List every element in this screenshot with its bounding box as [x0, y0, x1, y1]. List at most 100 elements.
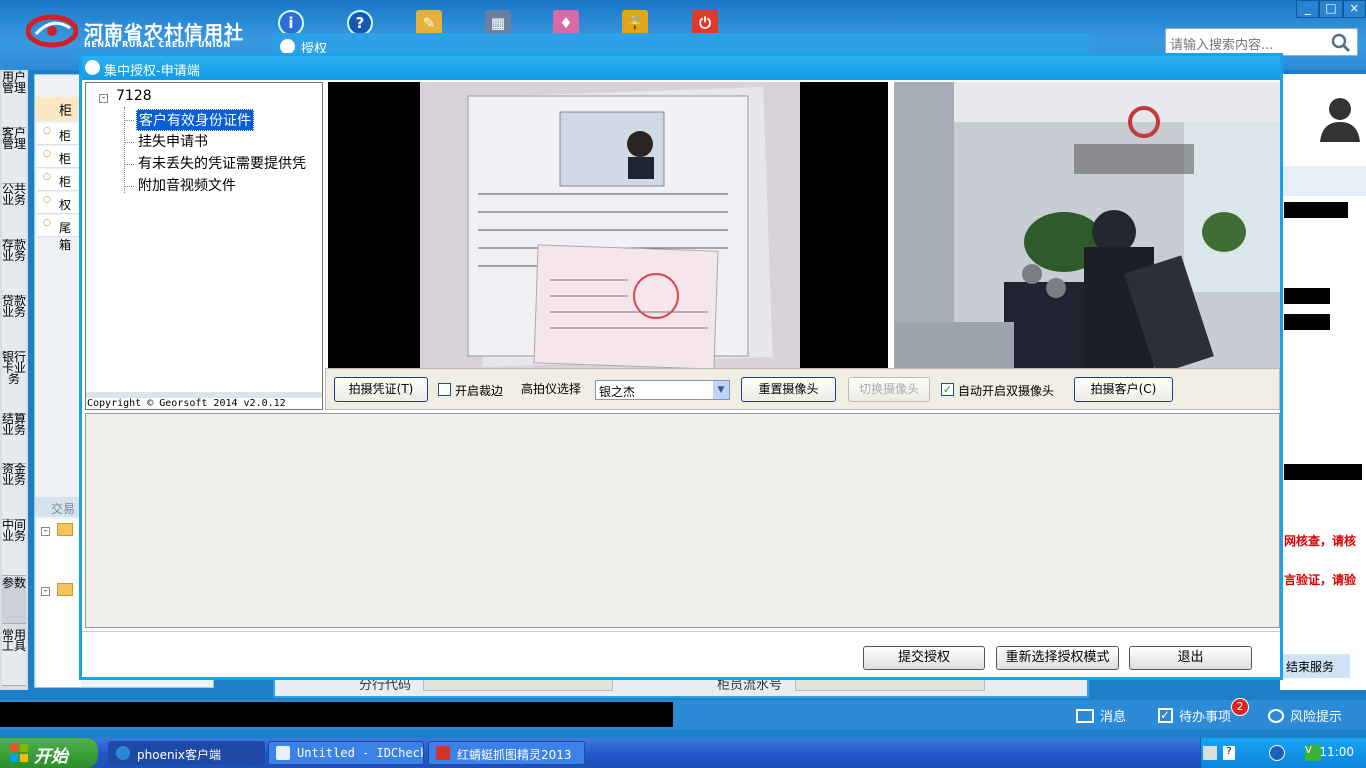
- collapse-icon[interactable]: -: [99, 94, 108, 103]
- arrow-icon[interactable]: [1269, 745, 1285, 761]
- help-icon[interactable]: ?: [1223, 746, 1235, 760]
- search-icon[interactable]: [1331, 33, 1351, 53]
- nav-user-mgmt[interactable]: 用户管理: [2, 71, 26, 128]
- nav-settlement[interactable]: 结算业务: [2, 413, 26, 464]
- document-scan-image: [420, 82, 800, 368]
- customer-photo-image: [894, 82, 1280, 368]
- exit-button[interactable]: 退出: [1129, 646, 1252, 670]
- nav-tools[interactable]: 常用工具: [2, 629, 26, 686]
- risk-alert-button[interactable]: 风险提示: [1268, 706, 1342, 725]
- expand-icon[interactable]: -: [41, 527, 50, 536]
- submit-auth-button[interactable]: 提交授权: [863, 646, 985, 670]
- tree-item-loss-report[interactable]: 挂失申请书: [136, 131, 210, 151]
- copyright-text: Copyright © Georsoft 2014 v2.0.12: [87, 398, 286, 409]
- folder-icon: [57, 583, 73, 596]
- bg-panel-strip: [1280, 166, 1366, 196]
- keyboard-icon[interactable]: [1203, 746, 1217, 760]
- nav-deposit[interactable]: 存款业务: [2, 239, 26, 296]
- task-phoenix[interactable]: phoenix客户端: [108, 741, 265, 765]
- task-label: Untitled - IDCheck: [297, 746, 424, 760]
- tree-connector: [124, 120, 134, 121]
- bg-customer-panel: 网核查，请核 言验证，请验 结束服务: [1280, 74, 1366, 690]
- nav-intermediary[interactable]: 中间业务: [2, 519, 26, 576]
- todo-button[interactable]: ✓ 待办事项: [1158, 706, 1231, 725]
- window-icon: [280, 39, 295, 54]
- system-tray: ? V 11:00: [1200, 738, 1366, 768]
- window-icon: [276, 746, 290, 760]
- document-camera-view: [328, 82, 888, 368]
- nav-bank-card[interactable]: 银行卡业务: [2, 351, 26, 414]
- task-label: 红蜻蜓抓图精灵2013: [457, 748, 572, 762]
- search-input[interactable]: 请输入搜索内容...: [1165, 28, 1358, 56]
- search-placeholder: 请输入搜索内容...: [1170, 38, 1274, 53]
- tree-root[interactable]: 7128: [116, 88, 152, 104]
- capture-customer-button[interactable]: 拍摄客户(C): [1074, 377, 1173, 402]
- divider: [82, 631, 1280, 632]
- nav-funds[interactable]: 资金业务: [2, 463, 26, 520]
- close-button[interactable]: ×: [1342, 0, 1366, 18]
- maximize-button[interactable]: □: [1319, 0, 1343, 18]
- avatar-icon: [1320, 98, 1360, 142]
- bg-row[interactable]: 柜员: [37, 123, 81, 160]
- crop-checkbox[interactable]: [438, 383, 451, 396]
- chevron-down-icon[interactable]: ▼: [713, 381, 729, 399]
- task-label: phoenix客户端: [137, 748, 221, 762]
- tree-item-id-document[interactable]: 客户有效身份证件: [136, 109, 254, 131]
- capture-voucher-button[interactable]: 拍摄凭证(T): [334, 377, 428, 402]
- auto-dual-camera-checkbox[interactable]: ✓: [941, 383, 954, 396]
- central-auth-dialog: 集中授权-申请端 - 7128 客户有效身份证件 挂失申请书 有未丢失的凭证需要…: [79, 53, 1283, 680]
- bg-row[interactable]: 尾箱: [37, 215, 81, 252]
- preview-area: [85, 413, 1280, 628]
- bg-row[interactable]: 柜员: [37, 169, 81, 206]
- tree-item-unlost-voucher[interactable]: 有未丢失的凭证需要提供凭: [136, 153, 308, 173]
- redacted-block: [1284, 288, 1330, 304]
- customer-camera-view: [894, 82, 1280, 368]
- messages-button[interactable]: 消息: [1076, 706, 1126, 725]
- nav-params[interactable]: 参数: [2, 577, 26, 624]
- tree-item-av-files[interactable]: 附加音视频文件: [136, 175, 238, 195]
- tree-connector: [124, 186, 134, 187]
- bg-section-title: 交易: [35, 497, 81, 517]
- messages-label: 消息: [1100, 710, 1127, 725]
- tree-connector: [124, 142, 134, 143]
- scanner-label: 高拍仪选择: [521, 382, 582, 396]
- bg-row[interactable]: 权限: [37, 192, 81, 229]
- mail-icon: [1076, 708, 1094, 723]
- phoenix-icon: [85, 60, 100, 75]
- todo-label: 待办事项: [1179, 710, 1232, 725]
- expand-icon[interactable]: -: [41, 587, 50, 596]
- logo-subtitle: HENAN RURAL CREDIT UNION: [84, 40, 231, 49]
- risk-label: 风险提示: [1290, 710, 1343, 725]
- end-service-button[interactable]: 结束服务: [1280, 654, 1350, 678]
- windows-logo-icon: [10, 744, 28, 762]
- nav-customer-mgmt[interactable]: 客户管理: [2, 127, 26, 184]
- rural-credit-logo-icon: [26, 14, 78, 48]
- redacted-status: [0, 702, 673, 727]
- alert-text: 言验证，请验: [1284, 573, 1357, 587]
- chat-bubble-icon: [1268, 708, 1284, 723]
- checkbox-icon: ✓: [1158, 708, 1173, 723]
- module-nav: 用户管理 客户管理 公共业务 存款业务 贷款业务 银行卡业务 结算业务 资金业务…: [0, 70, 28, 690]
- scanner-value: 银之杰: [599, 385, 636, 399]
- minimize-button[interactable]: _: [1296, 0, 1320, 18]
- reselect-mode-button[interactable]: 重新选择授权模式: [996, 646, 1119, 670]
- nav-loan[interactable]: 贷款业务: [2, 295, 26, 352]
- dragonfly-icon: [436, 746, 450, 760]
- bg-row[interactable]: 柜员: [37, 146, 81, 183]
- todo-count-badge: 2: [1231, 698, 1249, 716]
- reset-camera-button[interactable]: 重置摄像头: [741, 377, 836, 402]
- task-screenshot-tool[interactable]: 红蜻蜓抓图精灵2013: [428, 741, 585, 765]
- document-tree: - 7128 客户有效身份证件 挂失申请书 有未丢失的凭证需要提供凭 附加音视频…: [85, 82, 323, 410]
- redacted-block: [1284, 202, 1348, 218]
- dialog-title: 集中授权-申请端: [82, 56, 1280, 80]
- nav-public-business[interactable]: 公共业务: [2, 183, 26, 240]
- switch-camera-button[interactable]: 切换摄像头: [848, 377, 930, 402]
- scanner-select[interactable]: 银之杰 ▼: [595, 380, 730, 400]
- task-idcheck[interactable]: Untitled - IDCheck: [268, 741, 424, 765]
- bg-tree: - -: [37, 519, 81, 687]
- window-controls: _ □ ×: [1296, 0, 1366, 18]
- bg-panel-header: 柜: [35, 97, 81, 121]
- auto-dual-label: 自动开启双摄像头: [958, 384, 1055, 398]
- crop-label: 开启裁边: [455, 384, 504, 398]
- alert-text: 网核查，请核: [1284, 534, 1357, 548]
